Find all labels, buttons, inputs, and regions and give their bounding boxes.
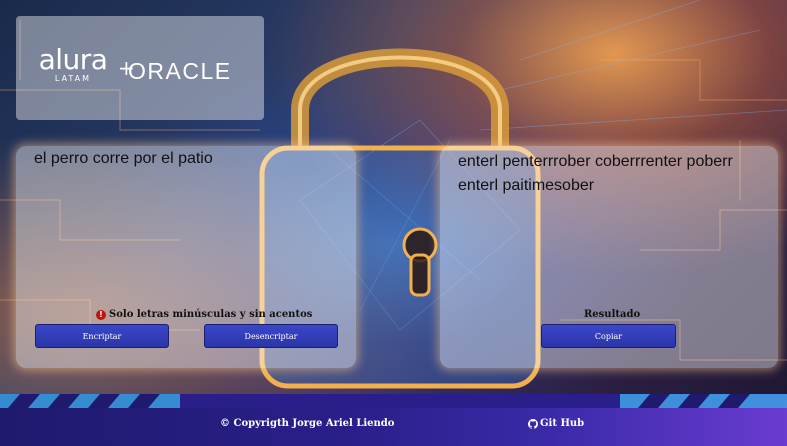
oracle-logo: ORACLE [128, 58, 232, 84]
footer: © Copyrigth Jorge Ariel Liendo Git Hub [0, 394, 787, 446]
github-link[interactable]: Git Hub [528, 418, 584, 429]
hint-text: Solo letras minúsculas y sin acentos [109, 309, 313, 320]
github-label[interactable]: Git Hub [540, 418, 584, 429]
alert-circle-icon: ! [96, 309, 106, 320]
copy-button[interactable]: Copiar [541, 324, 676, 348]
result-panel: enterl penterrrober coberrrenter poberr … [440, 146, 778, 368]
result-output: enterl penterrrober coberrrenter poberr … [458, 153, 733, 194]
result-label: Resultado [584, 309, 641, 320]
decrypt-button[interactable]: Desencriptar [204, 324, 338, 348]
encrypt-button[interactable]: Encriptar [35, 324, 169, 348]
brand-header: alura LATAM + ORACLE [16, 16, 264, 120]
copyright-text: © Copyrigth Jorge Ariel Liendo [220, 418, 395, 429]
alura-logo-word: alura [38, 43, 108, 76]
message-input[interactable] [34, 150, 344, 168]
alura-logo: alura LATAM [36, 43, 110, 84]
encrypt-panel: ! Solo letras minúsculas y sin acentos E… [16, 146, 356, 368]
github-icon [528, 418, 538, 429]
input-hint: ! Solo letras minúsculas y sin acentos [96, 309, 312, 320]
